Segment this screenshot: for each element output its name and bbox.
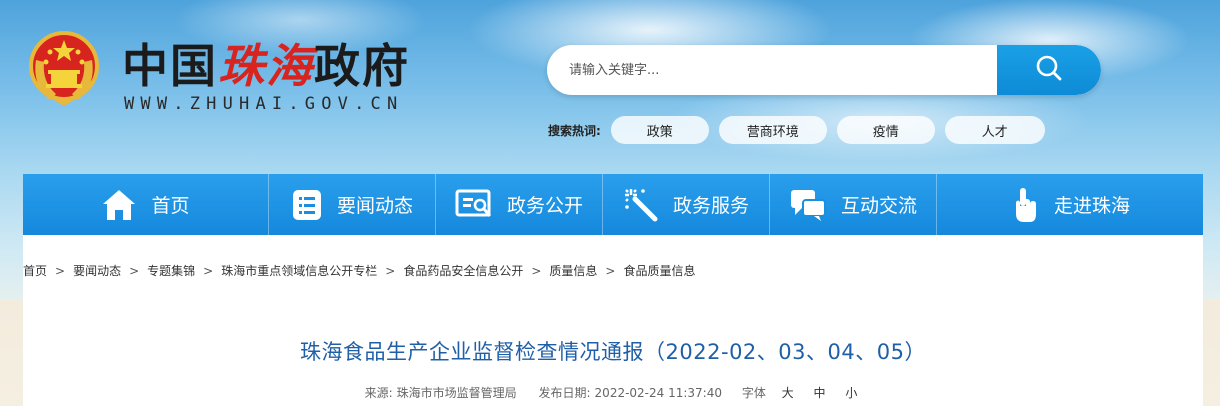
article-meta: 来源: 珠海市市场监督管理局 发布日期: 2022-02-24 11:37:40 字… — [23, 384, 1203, 401]
site-url: WWW.ZHUHAI.GOV.CN — [124, 94, 404, 114]
search-bar — [547, 45, 1101, 95]
breadcrumb-separator: > — [385, 263, 396, 278]
main-nav: 首页 要闻动态 政务公开 政务服务 互动交流 走进珠海 — [23, 174, 1203, 235]
nav-item-news[interactable]: 要闻动态 — [269, 174, 436, 235]
nav-item-gov-services[interactable]: 政务服务 — [603, 174, 770, 235]
breadcrumb-food-quality-info[interactable]: 食品质量信息 — [623, 262, 695, 279]
nav-label-home: 首页 — [151, 195, 190, 217]
date-value: 2022-02-24 11:37:40 — [594, 386, 722, 400]
content-panel — [23, 235, 1203, 406]
date-label: 发布日期: — [538, 386, 591, 400]
hot-search-keywords: 搜索热词: 政策 营商环境 疫情 人才 — [548, 116, 1055, 144]
breadcrumb-separator: > — [203, 263, 214, 278]
nav-label-gov-services: 政务服务 — [672, 195, 749, 217]
site-title-china: 中国 — [122, 39, 218, 93]
breadcrumb-food-drug-safety[interactable]: 食品药品安全信息公开 — [403, 262, 523, 279]
nav-label-gov-affairs-open: 政务公开 — [506, 195, 583, 217]
font-size-small-button[interactable]: 小 — [845, 386, 857, 400]
nav-label-news: 要闻动态 — [336, 195, 413, 217]
home-icon — [101, 188, 137, 222]
nav-label-about-zhuhai: 走进珠海 — [1053, 195, 1130, 217]
search-icon — [1034, 53, 1064, 87]
search-input[interactable] — [547, 45, 987, 95]
hot-tag-talent[interactable]: 人才 — [944, 116, 1045, 144]
chat-icon — [789, 188, 827, 222]
site-title-government: 政府 — [314, 39, 410, 93]
breadcrumb-news[interactable]: 要闻动态 — [73, 262, 121, 279]
font-size-large-button[interactable]: 大 — [782, 386, 794, 400]
font-size-medium-button[interactable]: 中 — [814, 386, 826, 400]
nav-item-home[interactable]: 首页 — [23, 174, 269, 235]
breadcrumb-separator: > — [605, 263, 616, 278]
site-title-zhuhai: 珠海 — [218, 39, 314, 93]
font-size-label: 字体 — [741, 386, 766, 400]
breadcrumb-special-topics[interactable]: 专题集锦 — [147, 262, 195, 279]
national-emblem-logo — [28, 30, 100, 110]
breadcrumb-quality-info[interactable]: 质量信息 — [549, 262, 597, 279]
hot-search-label: 搜索热词: — [548, 123, 601, 138]
breadcrumb: 首页 > 要闻动态 > 专题集锦 > 珠海市重点领域信息公开专栏 > 食品药品安… — [23, 262, 695, 279]
source-label: 来源: — [364, 386, 393, 400]
hot-tag-epidemic[interactable]: 疫情 — [836, 116, 935, 144]
nav-item-gov-affairs-open[interactable]: 政务公开 — [436, 174, 603, 235]
breadcrumb-separator: > — [55, 263, 66, 278]
hot-tag-policy[interactable]: 政策 — [610, 116, 709, 144]
search-button[interactable] — [997, 45, 1101, 95]
source-value: 珠海市市场监督管理局 — [396, 386, 517, 400]
nav-item-about-zhuhai[interactable]: 走进珠海 — [937, 174, 1203, 235]
magic-wand-icon — [623, 187, 659, 223]
breadcrumb-separator: > — [531, 263, 542, 278]
breadcrumb-key-areas-column[interactable]: 珠海市重点领域信息公开专栏 — [221, 262, 377, 279]
breadcrumb-home[interactable]: 首页 — [23, 262, 47, 279]
breadcrumb-separator: > — [129, 263, 140, 278]
document-search-icon — [455, 189, 493, 221]
article-title: 珠海食品生产企业监督检查情况通报（2022-02、03、04、05） — [300, 340, 926, 364]
site-title: 中国珠海政府 — [122, 40, 410, 92]
list-icon — [291, 188, 323, 222]
nav-item-interaction[interactable]: 互动交流 — [770, 174, 937, 235]
hot-tag-business-environment[interactable]: 营商环境 — [718, 116, 827, 144]
pointer-hand-icon — [1010, 186, 1040, 224]
nav-label-interaction: 互动交流 — [840, 195, 917, 217]
